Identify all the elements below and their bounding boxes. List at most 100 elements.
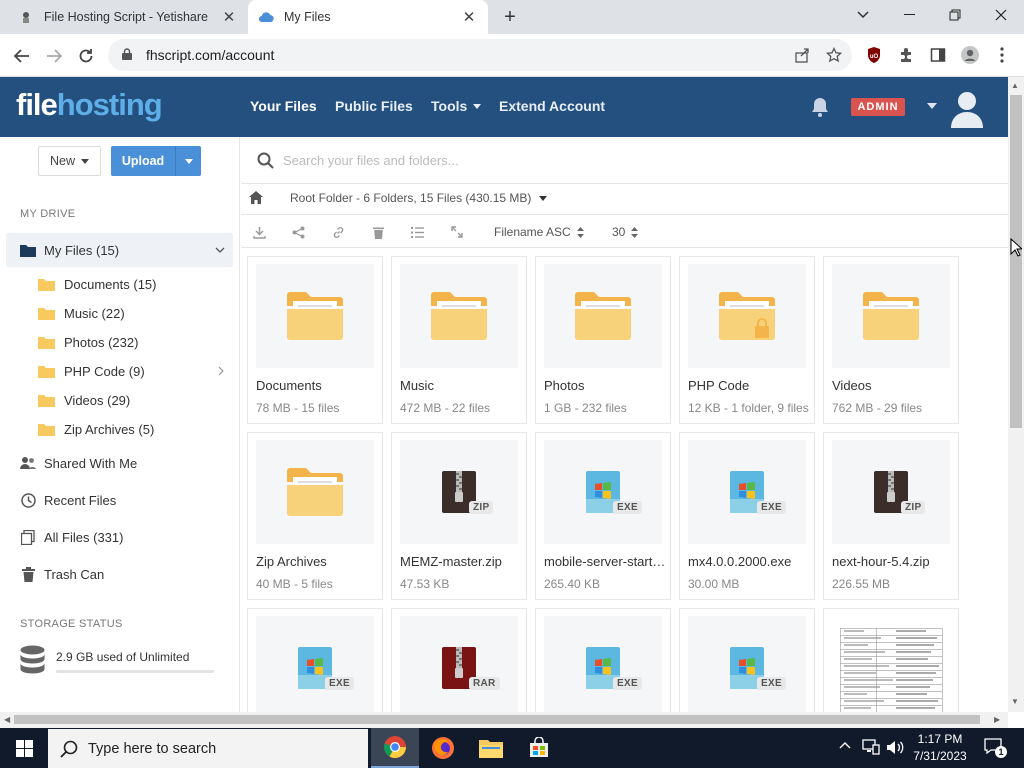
browser-menu-kebab-icon[interactable] bbox=[992, 45, 1012, 65]
sidebar-item-my-files[interactable]: My Files (15) bbox=[6, 233, 233, 267]
extensions-puzzle-icon[interactable] bbox=[896, 45, 916, 65]
files-icon bbox=[20, 529, 36, 545]
nav-extend-account[interactable]: Extend Account bbox=[499, 98, 605, 114]
horizontal-scrollbar-thumb[interactable] bbox=[14, 715, 980, 724]
share-icon[interactable] bbox=[792, 45, 812, 65]
file-card[interactable]: EXE bbox=[247, 608, 383, 712]
restore-icon[interactable] bbox=[932, 0, 978, 30]
tab-close-icon[interactable]: ✕ bbox=[220, 8, 238, 26]
address-bar[interactable]: fhscript.com/account bbox=[108, 39, 852, 71]
sort-arrows-icon bbox=[576, 226, 584, 238]
microsoft-store-taskbar-icon[interactable] bbox=[515, 728, 563, 768]
sidebar-item-all-files[interactable]: All Files (331) bbox=[20, 527, 123, 547]
folder-card[interactable]: Photos 1 GB - 232 files bbox=[535, 256, 671, 424]
folder-card[interactable]: Videos 762 MB - 29 files bbox=[823, 256, 959, 424]
download-icon[interactable] bbox=[251, 224, 267, 240]
folder-icon bbox=[38, 307, 55, 320]
file-type-badge: RAR bbox=[469, 677, 500, 690]
file-card[interactable]: ZIP MEMZ-master.zip 47.53 KB bbox=[391, 432, 527, 600]
link-icon[interactable] bbox=[330, 224, 346, 240]
card-thumbnail: ZIP bbox=[400, 440, 518, 544]
account-caret-down-icon[interactable] bbox=[927, 102, 937, 110]
window-close-icon[interactable] bbox=[978, 0, 1024, 30]
my-drive-heading: MY DRIVE bbox=[20, 208, 76, 220]
file-card[interactable]: ZIP next-hour-5.4.zip 226.55 MB bbox=[823, 432, 959, 600]
file-card[interactable]: EXE bbox=[535, 608, 671, 712]
sidebar-folder-documents[interactable]: Documents (15) bbox=[38, 274, 156, 294]
back-arrow-icon[interactable] bbox=[10, 44, 34, 68]
scroll-right-arrow-icon[interactable]: ▶ bbox=[994, 715, 1000, 724]
user-avatar-icon[interactable] bbox=[950, 90, 984, 128]
taskbar-clock[interactable]: 1:17 PM 7/31/2023 bbox=[908, 731, 972, 765]
sidebar-folder-videos[interactable]: Videos (29) bbox=[38, 390, 130, 410]
side-panel-icon[interactable] bbox=[928, 45, 948, 65]
firefox-taskbar-icon[interactable] bbox=[419, 728, 467, 768]
reload-icon[interactable] bbox=[74, 44, 98, 68]
new-button[interactable]: New bbox=[38, 146, 101, 176]
card-thumbnail: EXE bbox=[256, 616, 374, 712]
nav-public-files[interactable]: Public Files bbox=[335, 98, 413, 114]
file-explorer-taskbar-icon[interactable] bbox=[467, 728, 515, 768]
tab-search-chevron-icon[interactable] bbox=[840, 0, 886, 30]
browser-tab-yetishare[interactable]: File Hosting Script - Yetishare ✕ bbox=[8, 0, 248, 34]
file-card[interactable]: EXE mobile-server-starter.exe 265.40 KB bbox=[535, 432, 671, 600]
action-center-icon[interactable]: 1 bbox=[984, 738, 1007, 758]
scroll-up-arrow-icon[interactable]: ▲ bbox=[1011, 81, 1019, 90]
windows-start-icon[interactable] bbox=[0, 728, 48, 768]
share-nodes-icon[interactable] bbox=[290, 224, 306, 240]
sort-label: Filename ASC bbox=[494, 225, 571, 239]
delete-trash-icon[interactable] bbox=[370, 224, 386, 240]
file-card[interactable] bbox=[823, 608, 959, 712]
folder-card[interactable]: Documents 78 MB - 15 files bbox=[247, 256, 383, 424]
sidebar-folder-photos[interactable]: Photos (232) bbox=[38, 332, 138, 352]
scroll-down-arrow-icon[interactable]: ▼ bbox=[1011, 697, 1019, 706]
filehosting-logo[interactable]: filehosting bbox=[16, 85, 163, 125]
folder-card[interactable]: PHP Code 12 KB - 1 folder, 9 files bbox=[679, 256, 815, 424]
network-icon[interactable] bbox=[862, 739, 880, 755]
admin-badge[interactable]: ADMIN bbox=[851, 98, 905, 116]
chevron-down-icon[interactable] bbox=[215, 247, 225, 253]
taskbar-search-box[interactable]: Type here to search bbox=[48, 729, 368, 768]
sidebar-item-trash-can[interactable]: Trash Can bbox=[20, 564, 104, 584]
ublock-origin-icon[interactable]: uO bbox=[864, 45, 884, 65]
sidebar-item-shared-with-me[interactable]: Shared With Me bbox=[20, 453, 137, 473]
nav-tools[interactable]: Tools bbox=[431, 98, 482, 114]
file-card[interactable]: RAR bbox=[391, 608, 527, 712]
breadcrumb[interactable]: Root Folder - 6 Folders, 15 Files (430.1… bbox=[290, 191, 548, 205]
bookmark-star-icon[interactable] bbox=[824, 45, 844, 65]
sort-selector[interactable]: Filename ASC bbox=[494, 225, 584, 239]
scroll-left-arrow-icon[interactable]: ◀ bbox=[4, 715, 10, 724]
card-name: Documents bbox=[256, 378, 322, 393]
vertical-scrollbar-thumb[interactable] bbox=[1010, 95, 1022, 428]
upload-button[interactable]: Upload bbox=[111, 146, 201, 176]
forward-arrow-icon[interactable] bbox=[42, 44, 66, 68]
lock-icon bbox=[122, 48, 132, 60]
folder-card[interactable]: Zip Archives 40 MB - 5 files bbox=[247, 432, 383, 600]
new-tab-plus-icon[interactable]: + bbox=[500, 6, 520, 28]
profile-avatar-icon[interactable] bbox=[960, 45, 980, 65]
sidebar-item-recent-files[interactable]: Recent Files bbox=[20, 490, 116, 510]
svg-text:uO: uO bbox=[870, 54, 879, 60]
minimize-icon[interactable] bbox=[886, 0, 932, 30]
per-page-selector[interactable]: 30 bbox=[612, 225, 639, 239]
chevron-right-icon[interactable] bbox=[218, 366, 224, 376]
nav-your-files[interactable]: Your Files bbox=[250, 98, 317, 114]
browser-tab-my-files[interactable]: My Files ✕ bbox=[248, 0, 488, 34]
search-input[interactable] bbox=[283, 150, 883, 170]
notification-bell-icon[interactable] bbox=[810, 96, 830, 118]
folder-card[interactable]: Music 472 MB - 22 files bbox=[391, 256, 527, 424]
list-view-icon[interactable] bbox=[409, 224, 425, 240]
card-thumbnail: RAR bbox=[400, 616, 518, 712]
sidebar-folder-zip-archives[interactable]: Zip Archives (5) bbox=[38, 419, 154, 439]
sidebar-folder-php-code[interactable]: PHP Code (9) bbox=[38, 361, 145, 381]
fullscreen-expand-icon[interactable] bbox=[449, 224, 465, 240]
chrome-taskbar-icon[interactable] bbox=[371, 728, 419, 768]
file-card[interactable]: EXE mx4.0.0.2000.exe 30.00 MB bbox=[679, 432, 815, 600]
sidebar-folder-music[interactable]: Music (22) bbox=[38, 303, 125, 323]
show-hidden-icons-chevron-icon[interactable] bbox=[839, 741, 851, 749]
file-card[interactable]: EXE bbox=[679, 608, 815, 712]
upload-dropdown-caret-icon[interactable] bbox=[175, 146, 201, 176]
tab-close-icon[interactable]: ✕ bbox=[460, 8, 478, 26]
home-icon[interactable] bbox=[249, 191, 263, 204]
volume-icon[interactable] bbox=[886, 740, 904, 755]
